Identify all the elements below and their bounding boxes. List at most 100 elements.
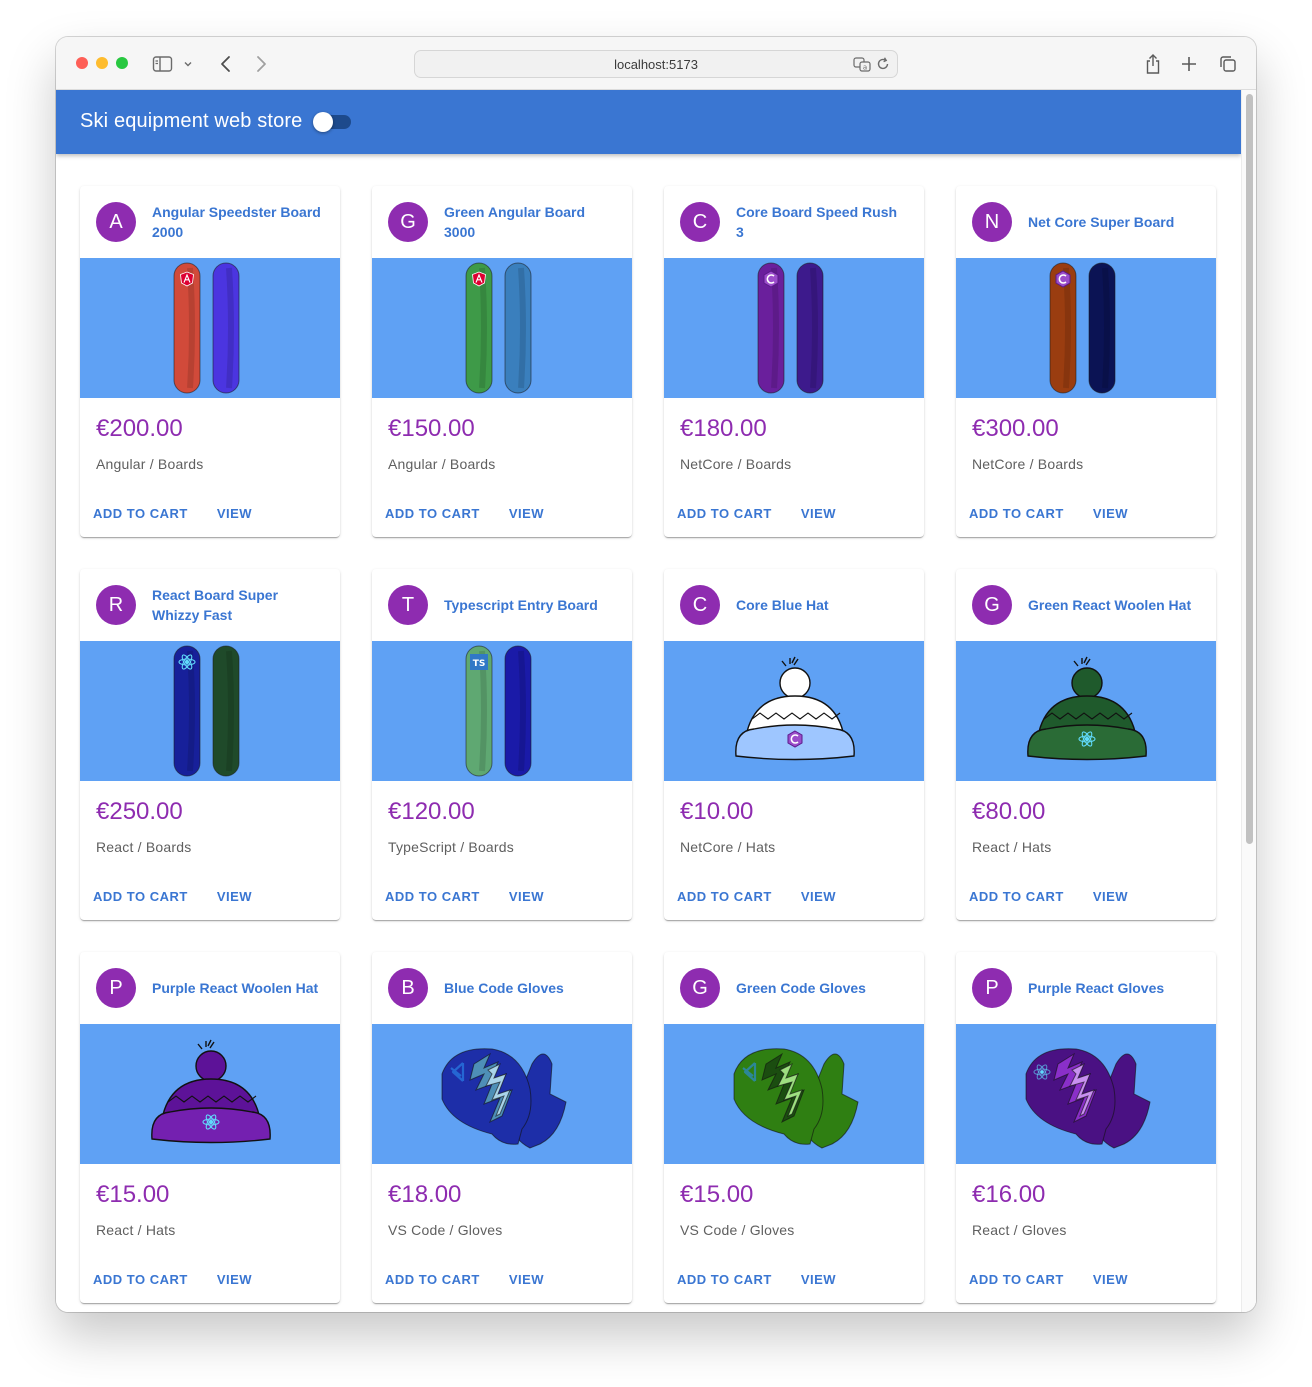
card-header: R React Board Super Whizzy Fast — [96, 585, 324, 625]
product-title[interactable]: React Board Super Whizzy Fast — [152, 585, 324, 625]
product-title[interactable]: Green React Woolen Hat — [1028, 595, 1191, 615]
view-button[interactable]: VIEW — [1088, 498, 1133, 528]
product-price: €150.00 — [388, 415, 475, 442]
address-bar[interactable]: localhost:5173 a — [414, 50, 898, 78]
minimize-window-button[interactable] — [96, 57, 108, 69]
product-card: P Purple React Woolen Hat €15.00 React /… — [80, 952, 340, 1303]
product-title[interactable]: Purple React Gloves — [1028, 978, 1164, 998]
woolen-hat-illustration — [151, 1039, 271, 1144]
add-to-cart-button[interactable]: ADD TO CART — [88, 498, 193, 528]
product-image-hat[interactable] — [956, 641, 1216, 781]
translate-icon[interactable]: a — [853, 56, 871, 77]
product-title[interactable]: Blue Code Gloves — [444, 978, 564, 998]
view-button[interactable]: VIEW — [1088, 881, 1133, 911]
product-image-gloves[interactable] — [664, 1024, 924, 1164]
card-actions: ADD TO CART VIEW — [380, 881, 549, 911]
reload-icon[interactable] — [875, 56, 891, 77]
add-to-cart-button[interactable]: ADD TO CART — [964, 498, 1069, 528]
view-button[interactable]: VIEW — [212, 498, 257, 528]
avatar-initial: C — [692, 593, 708, 616]
gloves-illustration — [733, 1048, 859, 1149]
product-price: €180.00 — [680, 415, 767, 442]
avatar: P — [972, 968, 1012, 1008]
avatar-initial: G — [984, 593, 1000, 616]
add-to-cart-button[interactable]: ADD TO CART — [672, 498, 777, 528]
product-image-hat[interactable] — [80, 1024, 340, 1164]
card-header: T Typescript Entry Board — [388, 585, 616, 625]
card-actions: ADD TO CART VIEW — [88, 881, 257, 911]
avatar-initial: B — [401, 976, 415, 999]
close-window-button[interactable] — [76, 57, 88, 69]
product-image-board[interactable] — [664, 258, 924, 398]
card-actions: ADD TO CART VIEW — [964, 498, 1133, 528]
add-to-cart-button[interactable]: ADD TO CART — [380, 498, 485, 528]
product-price: €15.00 — [96, 1181, 170, 1208]
back-icon[interactable] — [213, 51, 239, 77]
tab-overview-icon[interactable] — [1215, 51, 1241, 77]
product-price: €200.00 — [96, 415, 183, 442]
card-actions: ADD TO CART VIEW — [88, 1264, 257, 1294]
product-title[interactable]: Typescript Entry Board — [444, 595, 598, 615]
zoom-window-button[interactable] — [116, 57, 128, 69]
product-image-board[interactable] — [80, 641, 340, 781]
product-title[interactable]: Core Blue Hat — [736, 595, 829, 615]
add-to-cart-button[interactable]: ADD TO CART — [88, 1264, 193, 1294]
theme-switch-thumb[interactable] — [313, 112, 333, 132]
product-title[interactable]: Net Core Super Board — [1028, 212, 1174, 232]
share-icon[interactable] — [1140, 51, 1166, 77]
browser-toolbar: localhost:5173 a — [56, 37, 1256, 90]
scrollbar[interactable] — [1241, 90, 1256, 1312]
add-to-cart-button[interactable]: ADD TO CART — [964, 1264, 1069, 1294]
product-card: R React Board Super Whizzy Fast €250.00 … — [80, 569, 340, 920]
card-header: C Core Blue Hat — [680, 585, 908, 625]
add-to-cart-button[interactable]: ADD TO CART — [88, 881, 193, 911]
product-image-board[interactable] — [372, 258, 632, 398]
product-price: €16.00 — [972, 1181, 1046, 1208]
view-button[interactable]: VIEW — [796, 881, 841, 911]
sidebar-toggle-icon[interactable] — [150, 51, 176, 77]
snowboard-illustration — [1049, 262, 1116, 394]
product-title[interactable]: Green Angular Board 3000 — [444, 202, 616, 242]
card-header: G Green Angular Board 3000 — [388, 202, 616, 242]
add-to-cart-button[interactable]: ADD TO CART — [672, 881, 777, 911]
view-button[interactable]: VIEW — [504, 1264, 549, 1294]
new-tab-icon[interactable] — [1176, 51, 1202, 77]
view-button[interactable]: VIEW — [1088, 1264, 1133, 1294]
chevron-down-icon[interactable] — [179, 51, 197, 77]
product-image-gloves[interactable] — [372, 1024, 632, 1164]
view-button[interactable]: VIEW — [504, 881, 549, 911]
product-title[interactable]: Core Board Speed Rush 3 — [736, 202, 908, 242]
product-price: €18.00 — [388, 1181, 462, 1208]
product-image-gloves[interactable] — [956, 1024, 1216, 1164]
add-to-cart-button[interactable]: ADD TO CART — [380, 1264, 485, 1294]
product-grid: A Angular Speedster Board 2000 €200.00 A… — [80, 186, 1217, 1303]
product-image-board[interactable] — [80, 258, 340, 398]
scrollbar-thumb[interactable] — [1246, 94, 1253, 844]
avatar: R — [96, 585, 136, 625]
product-card: G Green React Woolen Hat €80.00 React / … — [956, 569, 1216, 920]
view-button[interactable]: VIEW — [212, 881, 257, 911]
url-text: localhost:5173 — [614, 57, 698, 72]
view-button[interactable]: VIEW — [796, 1264, 841, 1294]
product-image-board[interactable] — [956, 258, 1216, 398]
view-button[interactable]: VIEW — [504, 498, 549, 528]
product-image-hat[interactable] — [664, 641, 924, 781]
woolen-hat-illustration — [735, 656, 855, 761]
product-image-board[interactable]: TS — [372, 641, 632, 781]
product-card: N Net Core Super Board €300.00 NetCore /… — [956, 186, 1216, 537]
add-to-cart-button[interactable]: ADD TO CART — [672, 1264, 777, 1294]
add-to-cart-button[interactable]: ADD TO CART — [380, 881, 485, 911]
product-title[interactable]: Green Code Gloves — [736, 978, 866, 998]
avatar-initial: A — [109, 210, 123, 233]
product-title[interactable]: Angular Speedster Board 2000 — [152, 202, 324, 242]
view-button[interactable]: VIEW — [212, 1264, 257, 1294]
forward-icon[interactable] — [248, 51, 274, 77]
avatar-initial: P — [985, 976, 999, 999]
snowboard-illustration: TS — [465, 645, 532, 777]
product-title[interactable]: Purple React Woolen Hat — [152, 978, 318, 998]
add-to-cart-button[interactable]: ADD TO CART — [964, 881, 1069, 911]
card-header: B Blue Code Gloves — [388, 968, 616, 1008]
card-actions: ADD TO CART VIEW — [672, 498, 841, 528]
view-button[interactable]: VIEW — [796, 498, 841, 528]
gloves-illustration — [441, 1048, 567, 1149]
